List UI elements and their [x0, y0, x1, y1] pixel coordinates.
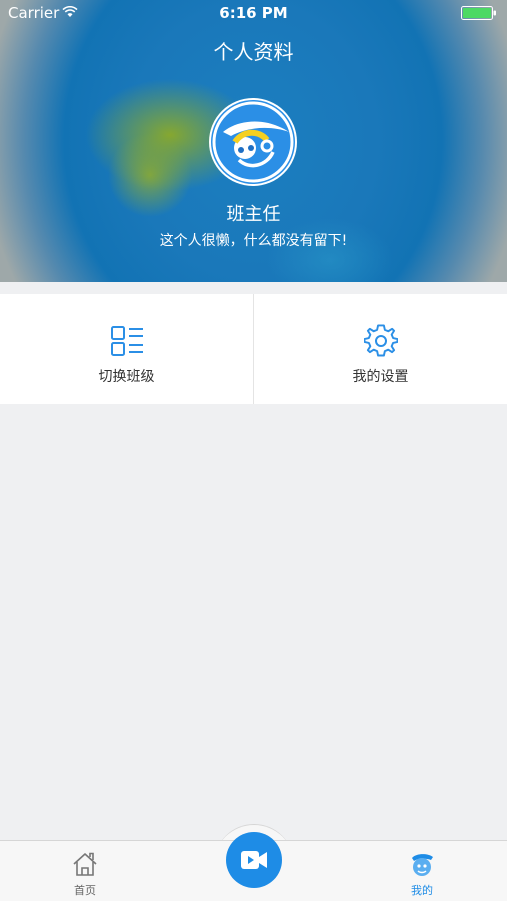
user-name: 班主任 — [226, 204, 281, 225]
avatar-mascot-icon — [211, 100, 295, 184]
status-time: 6:16 PM — [219, 4, 288, 22]
tab-home[interactable]: 首页 — [25, 841, 145, 901]
video-camera-icon — [241, 851, 267, 869]
profile-header: Carrier 6:16 PM 个人资料 班主任 这个人很懒，什么都没有留下! — [0, 0, 507, 282]
my-settings-button[interactable]: 我的设置 — [254, 294, 507, 404]
tab-home-label: 首页 — [74, 884, 96, 897]
video-record-button[interactable] — [226, 832, 282, 888]
class-list-icon — [110, 326, 143, 356]
switch-class-label: 切换班级 — [98, 369, 155, 385]
battery-icon — [461, 6, 496, 20]
my-settings-label: 我的设置 — [352, 369, 409, 385]
gear-icon — [363, 324, 398, 357]
tab-mine[interactable]: 我的 — [362, 841, 482, 901]
tab-mine-label: 我的 — [411, 884, 433, 897]
status-bar: Carrier 6:16 PM — [0, 0, 507, 26]
home-icon — [73, 852, 97, 876]
user-signature: 这个人很懒，什么都没有留下! — [159, 233, 348, 249]
page-title: 个人资料 — [213, 40, 294, 64]
function-grid: 切换班级 我的设置 — [0, 294, 507, 404]
avatar[interactable] — [209, 98, 297, 186]
user-mascot-icon — [412, 854, 433, 876]
switch-class-button[interactable]: 切换班级 — [0, 294, 253, 404]
